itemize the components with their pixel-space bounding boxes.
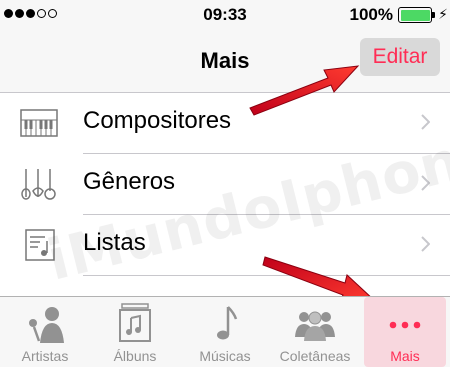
status-bar: 09:33 100% ⚡ <box>0 0 450 30</box>
tab-label: Álbuns <box>113 348 157 364</box>
list-item-label: Compositores <box>83 107 232 134</box>
edit-button[interactable]: Editar <box>360 38 440 76</box>
tab-mais[interactable]: Mais <box>364 297 446 367</box>
artist-icon <box>29 307 64 343</box>
tab-bar: Artistas Álbuns Músicas Coletâneas Mais <box>0 296 450 367</box>
more-dots-icon <box>389 321 421 329</box>
tab-label: Músicas <box>199 348 251 364</box>
music-note-icon <box>217 306 238 340</box>
album-icon <box>119 303 151 342</box>
tab-coletaneas[interactable]: Coletâneas <box>270 297 360 367</box>
playlist-icon <box>25 229 55 261</box>
navigation-bar: Mais Editar <box>0 30 450 93</box>
annotation-arrow-edit <box>249 65 360 116</box>
chevron-right-icon <box>421 114 430 130</box>
list-item-compositores[interactable]: Compositores <box>0 93 450 154</box>
piano-icon <box>20 109 58 137</box>
instruments-icon <box>21 169 56 200</box>
tab-artistas[interactable]: Artistas <box>0 297 90 367</box>
battery-icon <box>398 7 432 23</box>
list-item-label: Gêneros <box>83 168 176 195</box>
chevron-right-icon <box>421 236 430 252</box>
tab-label: Mais <box>390 348 420 364</box>
charging-bolt-icon: ⚡ <box>438 6 448 22</box>
list-item-generos[interactable]: Gêneros <box>0 154 450 215</box>
battery-percent: 100% <box>349 5 393 24</box>
tab-label: Coletâneas <box>279 348 351 364</box>
list-item-label: Listas <box>83 229 146 256</box>
tab-albuns[interactable]: Álbuns <box>90 297 180 367</box>
chevron-right-icon <box>421 175 430 191</box>
tab-label: Artistas <box>21 348 69 364</box>
compilations-icon <box>295 311 335 341</box>
tab-musicas[interactable]: Músicas <box>180 297 270 367</box>
